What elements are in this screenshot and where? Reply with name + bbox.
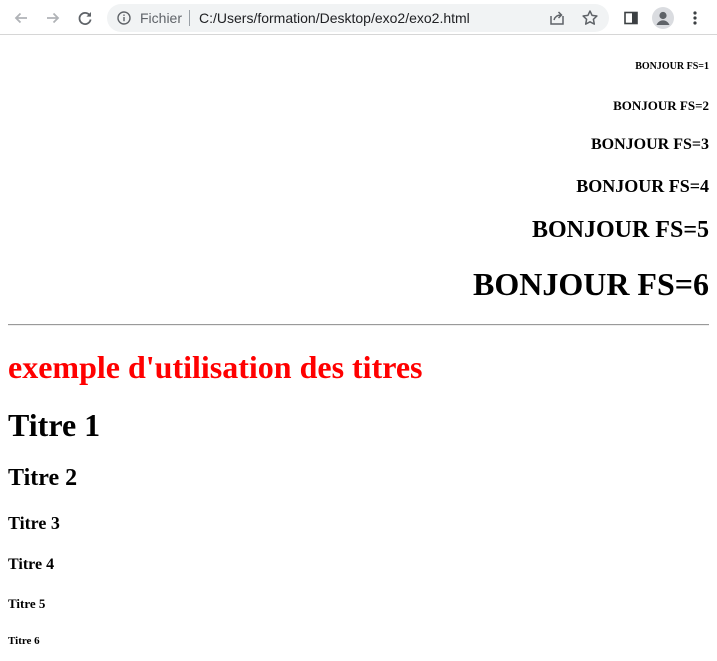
headings-demo-title: exemple d'utilisation des titres [8, 349, 423, 385]
font-size-5-text: BONJOUR FS=5 [531, 217, 709, 243]
heading-5: Titre 5 [8, 596, 46, 611]
heading-2: Titre 2 [8, 465, 78, 491]
horizontal-rule [8, 324, 709, 326]
reload-button[interactable] [72, 5, 98, 31]
arrow-right-icon [47, 12, 60, 24]
heading-6: Titre 6 [8, 635, 40, 647]
omnibox-separator [189, 10, 190, 26]
forward-button[interactable] [40, 5, 66, 31]
heading-3: Titre 3 [8, 513, 60, 533]
scheme-label: Fichier [140, 10, 183, 26]
menu-button[interactable] [682, 5, 708, 31]
side-panel-icon [624, 11, 638, 25]
arrow-left-icon [14, 12, 27, 24]
font-size-2-text: BONJOUR FS=2 [613, 98, 709, 113]
browser-toolbar: Fichier C:/Users/formation/Desktop/exo2/… [0, 0, 717, 35]
back-button[interactable] [8, 5, 34, 31]
address-bar[interactable]: Fichier C:/Users/formation/Desktop/exo2/… [107, 4, 609, 32]
info-icon[interactable] [117, 11, 131, 25]
font-size-1-text: BONJOUR FS=1 [635, 61, 709, 72]
reload-icon [78, 12, 92, 25]
avatar-icon [652, 7, 674, 29]
heading-1: Titre 1 [8, 407, 101, 443]
font-size-6-text: BONJOUR FS=6 [472, 266, 709, 302]
side-panel-button[interactable] [618, 5, 644, 31]
profile-button[interactable] [650, 5, 676, 31]
font-size-4-text: BONJOUR FS=4 [576, 176, 709, 196]
bookmark-star-icon[interactable] [581, 9, 599, 27]
kebab-menu-icon [693, 11, 697, 25]
url-text[interactable]: C:/Users/formation/Desktop/exo2/exo2.htm… [199, 10, 470, 26]
share-icon[interactable] [548, 9, 566, 27]
font-size-3-text: BONJOUR FS=3 [590, 136, 709, 153]
heading-4: Titre 4 [8, 556, 55, 573]
